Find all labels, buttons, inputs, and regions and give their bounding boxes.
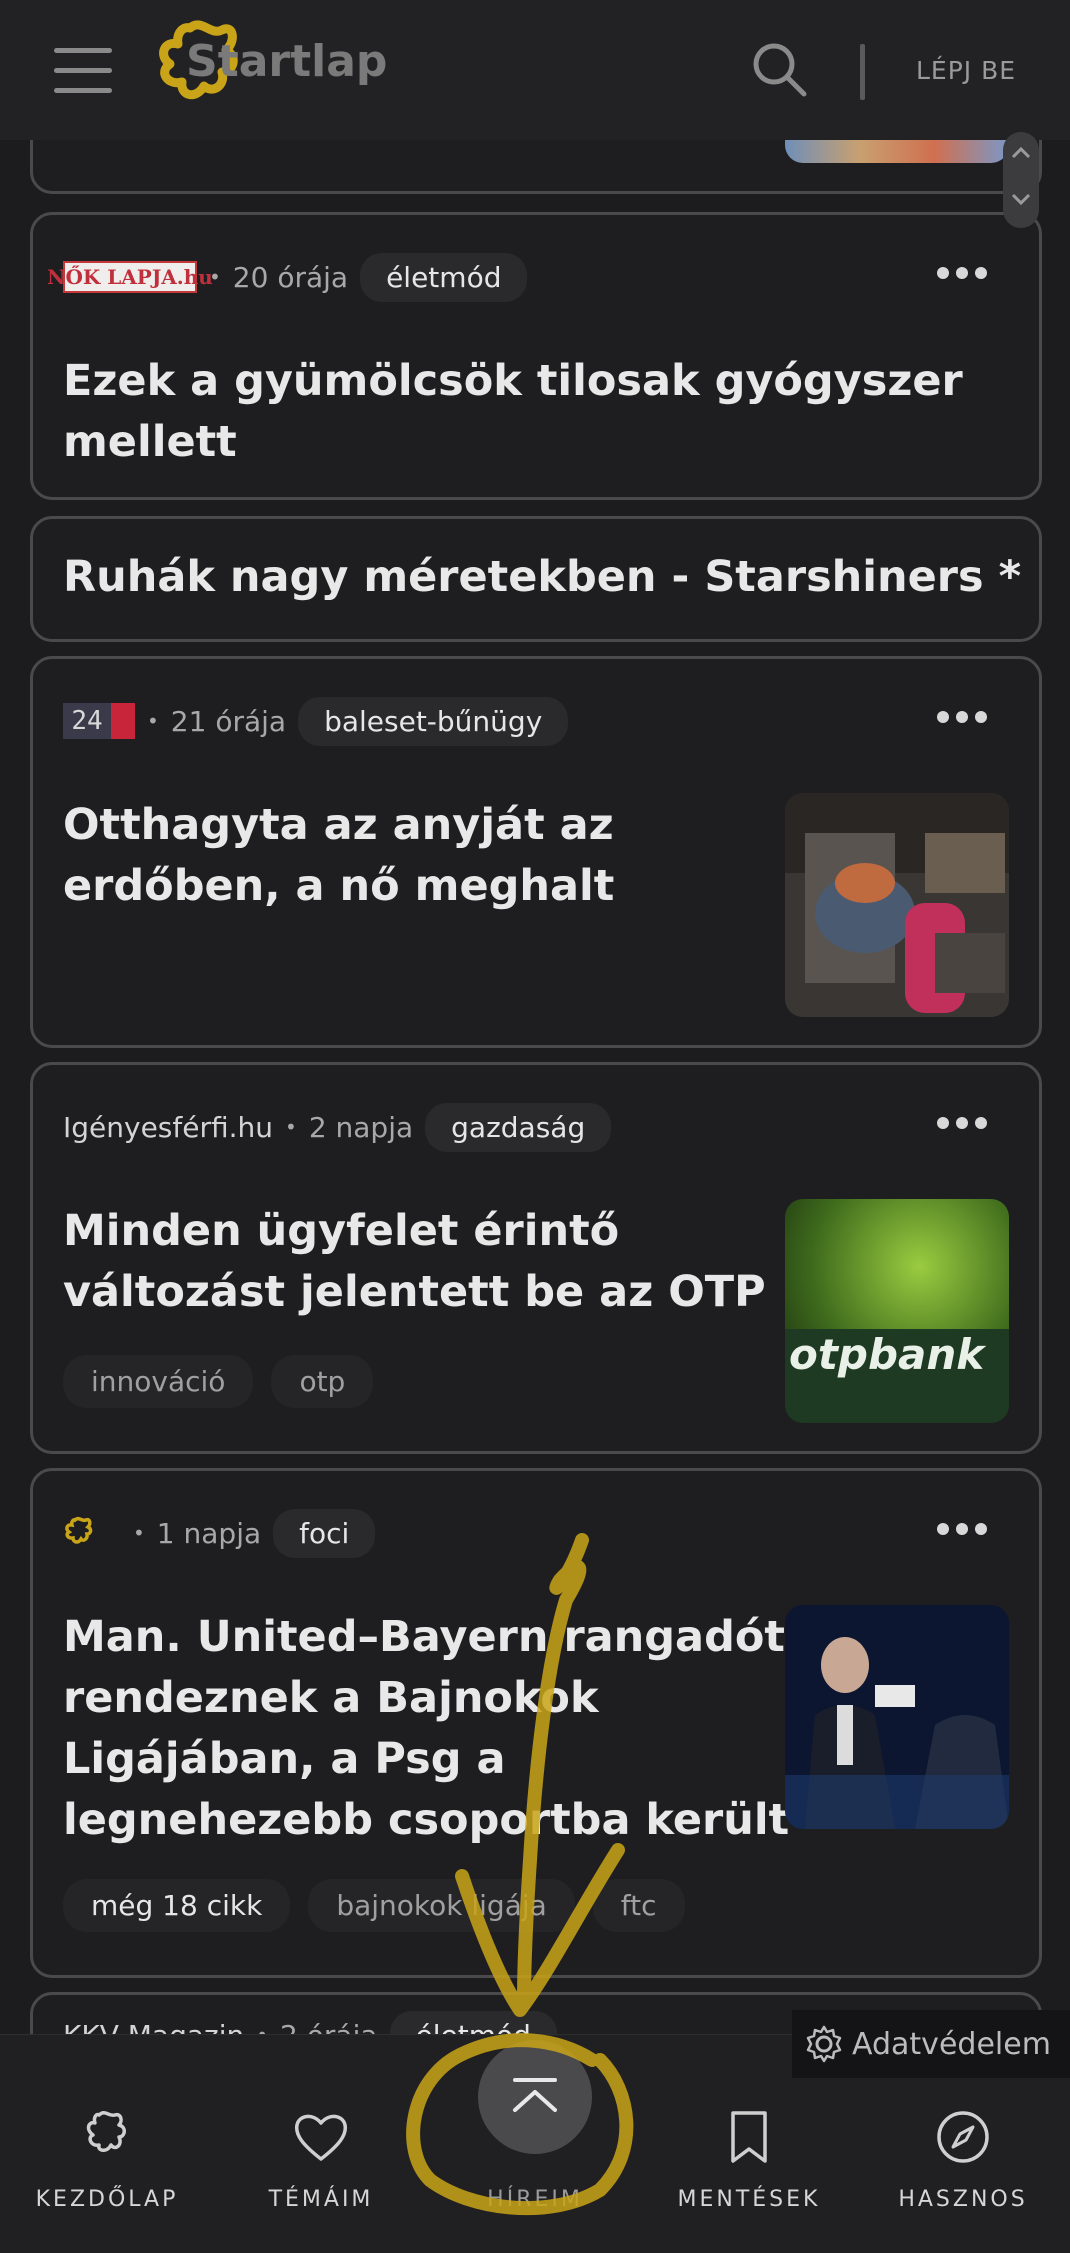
sponsored-title[interactable]: Ruhák nagy méretekben - Starshiners * <box>63 547 1021 608</box>
category-chip[interactable]: életmód <box>360 252 528 302</box>
chevron-down-icon[interactable] <box>1011 192 1031 206</box>
article-thumbnail[interactable] <box>785 1605 1009 1829</box>
svg-text:otpbank: otpbank <box>789 1330 987 1379</box>
tag-chip[interactable]: bajnokok ligája <box>308 1879 575 1932</box>
article-card[interactable]: • 1 napja foci Man. United–Bayern rangad… <box>30 1468 1042 1978</box>
search-icon[interactable] <box>750 40 810 100</box>
article-time: 2 napja <box>308 1110 414 1144</box>
article-meta: NŐK LAPJA.hu • 20 órája életmód <box>47 252 528 302</box>
separator-dot: • <box>285 1115 297 1139</box>
article-title[interactable]: Ezek a gyümölcsök tilosak gyógyszer mell… <box>63 351 963 473</box>
article-meta: • 1 napja foci <box>63 1508 376 1558</box>
chevron-up-icon[interactable] <box>1011 146 1031 160</box>
tag-chip[interactable]: ftc <box>592 1879 685 1932</box>
privacy-label: Adatvédelem <box>852 2026 1051 2062</box>
article-title[interactable]: Minden ügyfelet érintő változást jelente… <box>63 1201 766 1323</box>
article-card[interactable]: 24 • 21 órája baleset-bűnügy Otthagyta a… <box>30 656 1042 1048</box>
startlap-source-icon <box>65 1516 93 1544</box>
nav-label: TÉMÁIM <box>268 2187 374 2212</box>
nav-label: KEZDŐLAP <box>35 2187 179 2212</box>
menu-icon[interactable] <box>54 48 112 94</box>
article-card[interactable]: Igényesférfi.hu • 2 napja gazdaság Minde… <box>30 1062 1042 1454</box>
top-header: Startlap LÉPJ BE <box>0 0 1070 140</box>
article-card[interactable]: NŐK LAPJA.hu • 20 órája életmód Ezek a g… <box>30 212 1042 500</box>
article-title[interactable]: Man. United–Bayern rangadót rendeznek a … <box>63 1607 789 1851</box>
separator-dot: • <box>147 709 159 733</box>
article-time: 21 órája <box>170 704 287 738</box>
nav-home[interactable]: KEZDŐLAP <box>0 2035 214 2253</box>
article-time: 1 napja <box>156 1516 262 1550</box>
compass-icon <box>937 2111 989 2163</box>
category-chip[interactable]: foci <box>273 1508 376 1558</box>
category-chip[interactable]: baleset-bűnügy <box>298 696 569 746</box>
home-icon <box>86 2111 126 2152</box>
more-options-icon[interactable] <box>937 1117 987 1131</box>
category-chip[interactable]: gazdaság <box>425 1102 612 1152</box>
article-thumbnail[interactable] <box>785 793 1009 1017</box>
article-time: 20 órája <box>232 260 349 294</box>
article-source[interactable]: Igényesférfi.hu <box>63 1111 273 1144</box>
nav-label: MENTÉSEK <box>677 2187 821 2212</box>
article-tags: innováció otp <box>63 1355 391 1408</box>
nav-label: HÍREIM <box>487 2187 583 2212</box>
article-meta: 24 • 21 órája baleset-bűnügy <box>63 696 569 746</box>
source-logo: NŐK LAPJA.hu <box>47 261 213 293</box>
tag-chip[interactable]: otp <box>271 1355 374 1408</box>
source-logo: 24 <box>63 703 135 739</box>
nav-label: HASZNOS <box>898 2187 1028 2212</box>
privacy-button[interactable]: Adatvédelem <box>792 2010 1070 2078</box>
nav-topics[interactable]: TÉMÁIM <box>214 2035 428 2253</box>
more-options-icon[interactable] <box>937 1523 987 1537</box>
article-tags: még 18 cikk bajnokok ligája ftc <box>63 1879 703 1932</box>
tag-chip[interactable]: innováció <box>63 1355 254 1408</box>
more-options-icon[interactable] <box>937 267 987 281</box>
article-title[interactable]: Otthagyta az anyját az erdőben, a nő meg… <box>63 795 614 917</box>
article-meta: Igényesférfi.hu • 2 napja gazdaság <box>63 1102 612 1152</box>
separator-dot: • <box>209 265 221 289</box>
logo-text[interactable]: Startlap <box>186 36 387 87</box>
scroll-arrows[interactable] <box>1003 132 1039 228</box>
more-options-icon[interactable] <box>937 711 987 725</box>
header-divider <box>860 44 865 100</box>
bookmark-icon <box>731 2111 767 2163</box>
article-thumbnail[interactable]: otpbank <box>785 1199 1009 1423</box>
separator-dot: • <box>133 1521 145 1545</box>
login-button[interactable]: LÉPJ BE <box>916 56 1016 85</box>
heart-icon <box>294 2114 348 2161</box>
arrow-up-icon <box>513 2078 557 2112</box>
gear-icon <box>806 2025 842 2063</box>
more-articles-chip[interactable]: még 18 cikk <box>63 1879 291 1932</box>
scroll-to-top-button[interactable] <box>478 2040 592 2154</box>
sponsored-card[interactable]: Ruhák nagy méretekben - Starshiners * <box>30 516 1042 642</box>
